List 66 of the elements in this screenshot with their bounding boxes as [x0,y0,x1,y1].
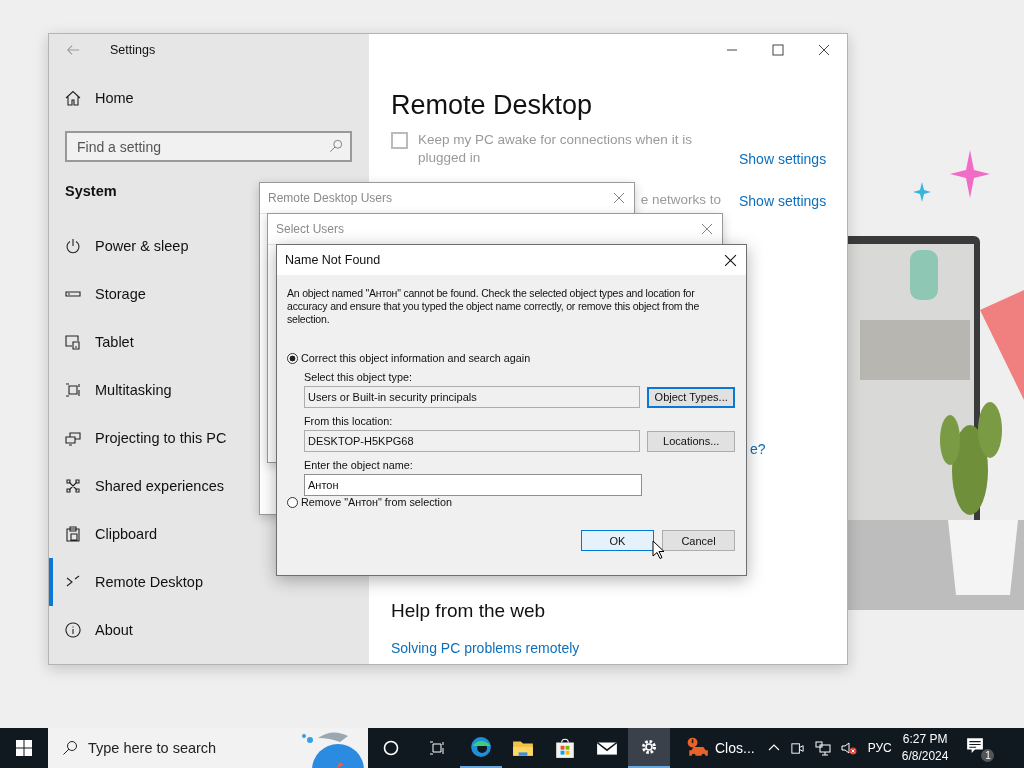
share-icon [65,478,81,494]
windows-logo-icon[interactable] [16,740,32,756]
dialog-button[interactable]: OK [581,530,654,551]
dialog-button[interactable]: Cancel [662,530,735,551]
dialog-title: Select Users [276,222,345,236]
sidebar-item[interactable]: About [49,606,369,654]
help-heading: Help from the web [391,600,547,622]
notification-badge: 1 [981,749,995,762]
radio-label: Correct this object information and search again [301,352,531,364]
close-icon[interactable] [724,253,737,267]
dialog-button[interactable]: Locations... [647,430,735,452]
window-title: Settings [110,43,156,57]
dialog-title: Name Not Found [285,253,381,267]
field-label: Enter the object name: [304,459,414,471]
camera-icon[interactable] [789,740,805,756]
task-view-icon[interactable] [429,740,445,756]
field-label: From this location: [304,415,394,427]
time-text: 6:27 PM [902,731,948,748]
taskbar-app[interactable]: Clos... [670,728,763,768]
option-label: Keep my PC awake for connections when it is plugged in [418,131,693,167]
search-field[interactable]: Find a setting [65,131,352,162]
taskbar-app[interactable] [628,728,670,768]
radio-button[interactable] [287,352,298,364]
info-icon [65,622,81,638]
section-heading: System [65,183,117,199]
maximize-icon[interactable] [772,44,784,56]
close-icon[interactable] [818,44,830,56]
clock[interactable]: 6:27 PM 6/8/2024 [901,731,949,765]
taskbar-search-field[interactable]: Type here to search [48,728,368,768]
home-icon [65,90,81,106]
dialog-title: Remote Desktop Users [268,191,393,205]
link[interactable]: e? [750,441,766,457]
page-heading: Remote Desktop [391,90,594,121]
store-icon [554,737,576,759]
gear-icon [639,737,659,757]
power-icon [65,238,81,254]
sidebar-item[interactable]: Clipboard [49,510,369,558]
error-message: An object named "Антон" cannot be found. Check the selected object types and location for accuracy and ensure that you typed the object name correctly, or remove this object from the selection. [287,287,701,326]
checkbox[interactable] [391,132,408,149]
show-settings-link[interactable]: Show settings [739,193,827,209]
text-field[interactable]: Users or Built-in security principals [304,386,641,408]
text-field[interactable]: DESKTOP-H5KPG68 [304,430,641,452]
multitasking-icon [65,382,81,398]
tablet-icon [65,334,81,350]
circle-icon[interactable] [383,740,399,756]
monitors-icon [65,430,81,446]
field-label: Select this object type: [304,371,414,383]
radio-button[interactable] [287,496,298,508]
option-label: e networks to [640,191,721,209]
text-field[interactable]: Антон [304,474,642,496]
mouse-pointer-icon [652,540,664,559]
car-icon [686,737,710,759]
speaker-muted-icon[interactable] [840,740,857,756]
search-icon [62,740,78,756]
browser-icon [470,736,492,758]
search-icon [329,139,343,153]
show-settings-link[interactable]: Show settings [739,151,827,167]
network-icon[interactable] [814,740,831,756]
dialog-button[interactable]: Object Types... [647,386,735,408]
language-indicator[interactable]: РУС [867,741,892,755]
date-text: 6/8/2024 [901,748,949,765]
help-link[interactable]: Solving PC problems remotely [391,640,847,656]
clipboard-icon [65,526,81,542]
notifications-icon[interactable] [966,736,985,754]
home-item[interactable]: Home [49,82,369,114]
radio-label: Remove "Антон" from selection [301,496,453,508]
